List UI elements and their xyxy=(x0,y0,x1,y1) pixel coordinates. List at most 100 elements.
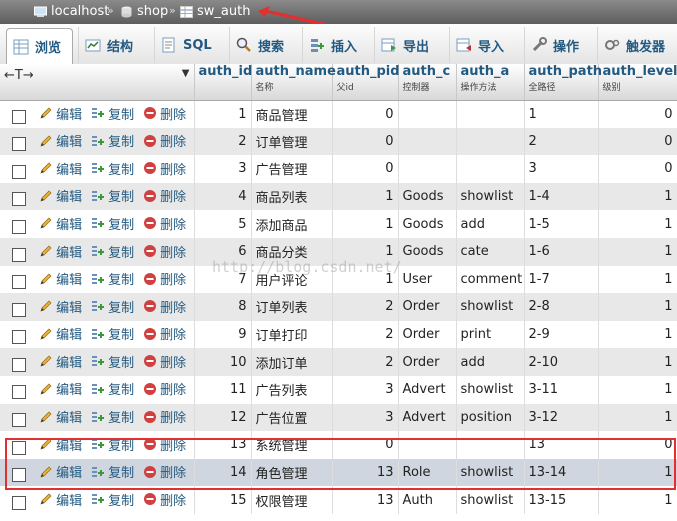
cell-auth-a[interactable] xyxy=(456,127,525,156)
cell-auth-pid[interactable]: 2 xyxy=(332,348,399,376)
tab-triggers[interactable]: 触发器 xyxy=(597,27,677,63)
cell-auth-path[interactable]: 13-14 xyxy=(524,458,599,487)
cell-auth-name[interactable]: 商品管理 xyxy=(251,100,333,128)
cell-auth-pid[interactable]: 1 xyxy=(332,265,399,294)
column-header-auth-pid[interactable]: auth_pid 父id xyxy=(332,64,400,101)
cell-auth-a[interactable]: showlist xyxy=(456,486,525,514)
delete-link[interactable]: 删除 xyxy=(143,159,186,178)
cell-auth-pid[interactable]: 3 xyxy=(332,403,399,432)
cell-auth-c[interactable]: Auth xyxy=(398,486,457,514)
cell-auth-level[interactable]: 1 xyxy=(598,403,677,432)
edit-link[interactable]: 编辑 xyxy=(39,159,82,178)
cell-auth-pid[interactable]: 2 xyxy=(332,320,399,349)
cell-auth-id[interactable]: 15 xyxy=(194,486,252,514)
edit-link[interactable]: 编辑 xyxy=(39,407,82,426)
cell-auth-id[interactable]: 14 xyxy=(194,458,252,487)
cell-auth-id[interactable]: 7 xyxy=(194,265,252,294)
cell-auth-pid[interactable]: 2 xyxy=(332,293,399,321)
edit-link[interactable]: 编辑 xyxy=(39,131,82,150)
row-checkbox[interactable] xyxy=(12,302,26,317)
row-checkbox[interactable] xyxy=(12,275,26,290)
cell-auth-id[interactable]: 8 xyxy=(194,293,252,321)
delete-link[interactable]: 删除 xyxy=(143,242,186,261)
cell-auth-c[interactable] xyxy=(398,155,457,183)
cell-auth-id[interactable]: 12 xyxy=(194,403,252,432)
table-row[interactable]: 编辑 复制 删除 5 添加商品 1 Goods add 1-5 1 xyxy=(0,210,677,238)
breadcrumb-server[interactable]: localhost xyxy=(34,4,109,19)
cell-auth-level[interactable]: 0 xyxy=(598,100,677,128)
cell-auth-name[interactable]: 商品分类 xyxy=(251,237,333,266)
cell-auth-pid[interactable]: 13 xyxy=(332,458,399,487)
cell-auth-name[interactable]: 广告列表 xyxy=(251,375,333,404)
tab-browse[interactable]: 浏览 xyxy=(6,28,73,64)
edit-link[interactable]: 编辑 xyxy=(39,435,82,454)
cell-auth-pid[interactable]: 0 xyxy=(332,127,399,156)
cell-auth-c[interactable]: Goods xyxy=(398,182,457,211)
cell-auth-pid[interactable]: 1 xyxy=(332,237,399,266)
delete-link[interactable]: 删除 xyxy=(143,186,186,205)
cell-auth-pid[interactable]: 1 xyxy=(332,182,399,211)
cell-auth-a[interactable] xyxy=(456,100,525,128)
cell-auth-name[interactable]: 广告管理 xyxy=(251,155,333,183)
cell-auth-path[interactable]: 1-5 xyxy=(524,210,599,238)
column-resize-control[interactable]: ←T→ xyxy=(4,68,34,83)
delete-link[interactable]: 删除 xyxy=(143,324,186,343)
table-row[interactable]: 编辑 复制 删除 11 广告列表 3 Advert showlist 3-11 1 xyxy=(0,375,677,404)
cell-auth-c[interactable] xyxy=(398,127,457,156)
cell-auth-id[interactable]: 3 xyxy=(194,155,252,183)
table-row[interactable]: 编辑 复制 删除 15 权限管理 13 Auth showlist 13-15 1 xyxy=(0,486,677,514)
row-checkbox[interactable] xyxy=(12,109,26,124)
cell-auth-c[interactable]: Role xyxy=(398,458,457,487)
cell-auth-a[interactable]: print xyxy=(456,320,525,349)
copy-link[interactable]: 复制 xyxy=(91,214,134,233)
copy-link[interactable]: 复制 xyxy=(91,490,134,509)
row-checkbox[interactable] xyxy=(12,385,26,400)
breadcrumb-table[interactable]: sw_auth xyxy=(180,4,250,19)
table-row[interactable]: 编辑 复制 删除 6 商品分类 1 Goods cate 1-6 1 xyxy=(0,237,677,266)
cell-auth-level[interactable]: 1 xyxy=(598,265,677,294)
copy-link[interactable]: 复制 xyxy=(91,462,134,481)
cell-auth-pid[interactable]: 0 xyxy=(332,431,399,459)
delete-link[interactable]: 删除 xyxy=(143,379,186,398)
column-header-auth-path[interactable]: auth_path 全路径 xyxy=(524,64,602,101)
copy-link[interactable]: 复制 xyxy=(91,352,134,371)
cell-auth-a[interactable]: showlist xyxy=(456,458,525,487)
cell-auth-c[interactable]: Order xyxy=(398,320,457,349)
column-header-auth-c[interactable]: auth_c 控制器 xyxy=(398,64,457,101)
edit-link[interactable]: 编辑 xyxy=(39,186,82,205)
edit-link[interactable]: 编辑 xyxy=(39,242,82,261)
cell-auth-name[interactable]: 订单打印 xyxy=(251,320,333,349)
cell-auth-c[interactable]: Goods xyxy=(398,210,457,238)
cell-auth-a[interactable]: showlist xyxy=(456,375,525,404)
edit-link[interactable]: 编辑 xyxy=(39,462,82,481)
table-row[interactable]: 编辑 复制 删除 13 系统管理 0 13 0 xyxy=(0,431,677,459)
cell-auth-id[interactable]: 5 xyxy=(194,210,252,238)
cell-auth-c[interactable] xyxy=(398,100,457,128)
cell-auth-path[interactable]: 3-12 xyxy=(524,403,599,432)
edit-link[interactable]: 编辑 xyxy=(39,214,82,233)
cell-auth-name[interactable]: 广告位置 xyxy=(251,403,333,432)
cell-auth-a[interactable]: comment xyxy=(456,265,525,294)
row-checkbox[interactable] xyxy=(12,247,26,262)
delete-link[interactable]: 删除 xyxy=(143,407,186,426)
cell-auth-id[interactable]: 13 xyxy=(194,431,252,459)
cell-auth-a[interactable]: add xyxy=(456,210,525,238)
cell-auth-level[interactable]: 1 xyxy=(598,320,677,349)
cell-auth-a[interactable]: add xyxy=(456,348,525,376)
dropdown-triangle-icon[interactable]: ▼ xyxy=(182,68,190,79)
cell-auth-level[interactable]: 1 xyxy=(598,237,677,266)
cell-auth-c[interactable]: Order xyxy=(398,348,457,376)
cell-auth-path[interactable]: 3-11 xyxy=(524,375,599,404)
cell-auth-c[interactable]: Advert xyxy=(398,403,457,432)
cell-auth-path[interactable]: 13 xyxy=(524,431,599,459)
table-row[interactable]: 编辑 复制 删除 8 订单列表 2 Order showlist 2-8 1 xyxy=(0,293,677,321)
cell-auth-path[interactable]: 1 xyxy=(524,100,599,128)
cell-auth-name[interactable]: 权限管理 xyxy=(251,486,333,514)
delete-link[interactable]: 删除 xyxy=(143,131,186,150)
delete-link[interactable]: 删除 xyxy=(143,462,186,481)
column-header-auth-a[interactable]: auth_a 操作方法 xyxy=(456,64,525,101)
tab-sql[interactable]: SQL xyxy=(154,27,226,63)
cell-auth-c[interactable]: User xyxy=(398,265,457,294)
row-checkbox[interactable] xyxy=(12,137,26,152)
copy-link[interactable]: 复制 xyxy=(91,379,134,398)
